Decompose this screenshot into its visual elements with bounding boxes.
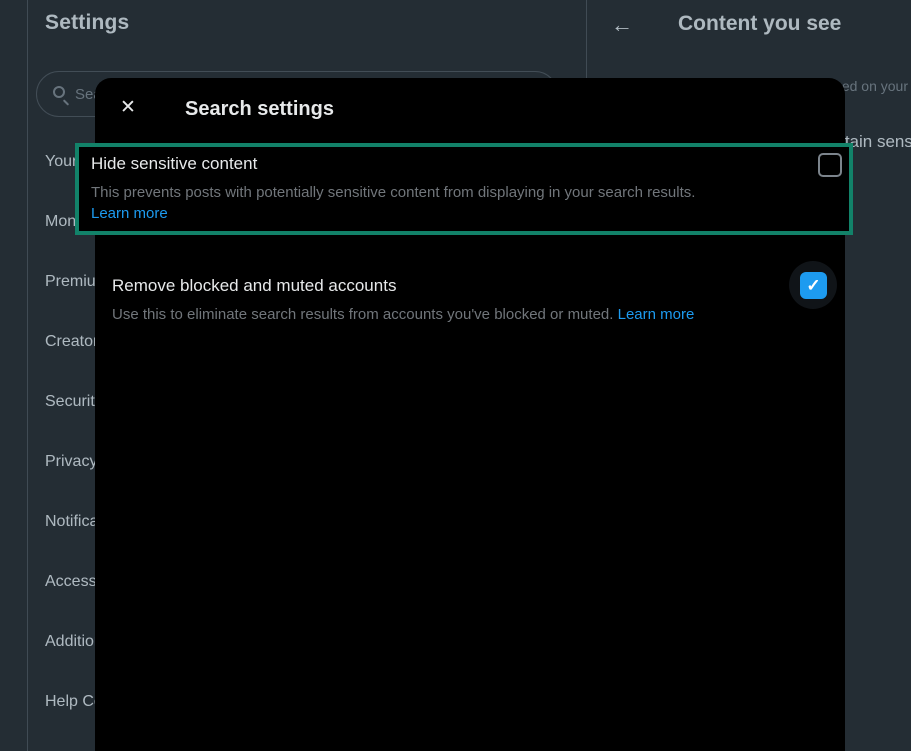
hide-sensitive-learn-more-link[interactable]: Learn more <box>91 204 168 224</box>
modal-title: Search settings <box>185 98 334 121</box>
hide-sensitive-checkbox[interactable] <box>818 153 842 177</box>
remove-blocked-muted-description-text: Use this to eliminate search results fro… <box>112 306 613 323</box>
x-settings-page: Settings Your account Monetization Premi… <box>0 0 911 751</box>
remove-blocked-muted-learn-more-link[interactable]: Learn more <box>618 306 695 323</box>
remove-blocked-muted-checkbox[interactable]: ✓ <box>800 272 827 299</box>
highlight-annotation-box: Hide sensitive content This prevents pos… <box>75 143 853 235</box>
remove-blocked-muted-description: Use this to eliminate search results fro… <box>112 305 694 325</box>
remove-blocked-muted-title: Remove blocked and muted accounts <box>112 275 396 297</box>
close-icon[interactable]: ✕ <box>111 91 145 125</box>
hide-sensitive-title: Hide sensitive content <box>91 153 257 175</box>
hide-sensitive-description: This prevents posts with potentially sen… <box>91 183 695 203</box>
